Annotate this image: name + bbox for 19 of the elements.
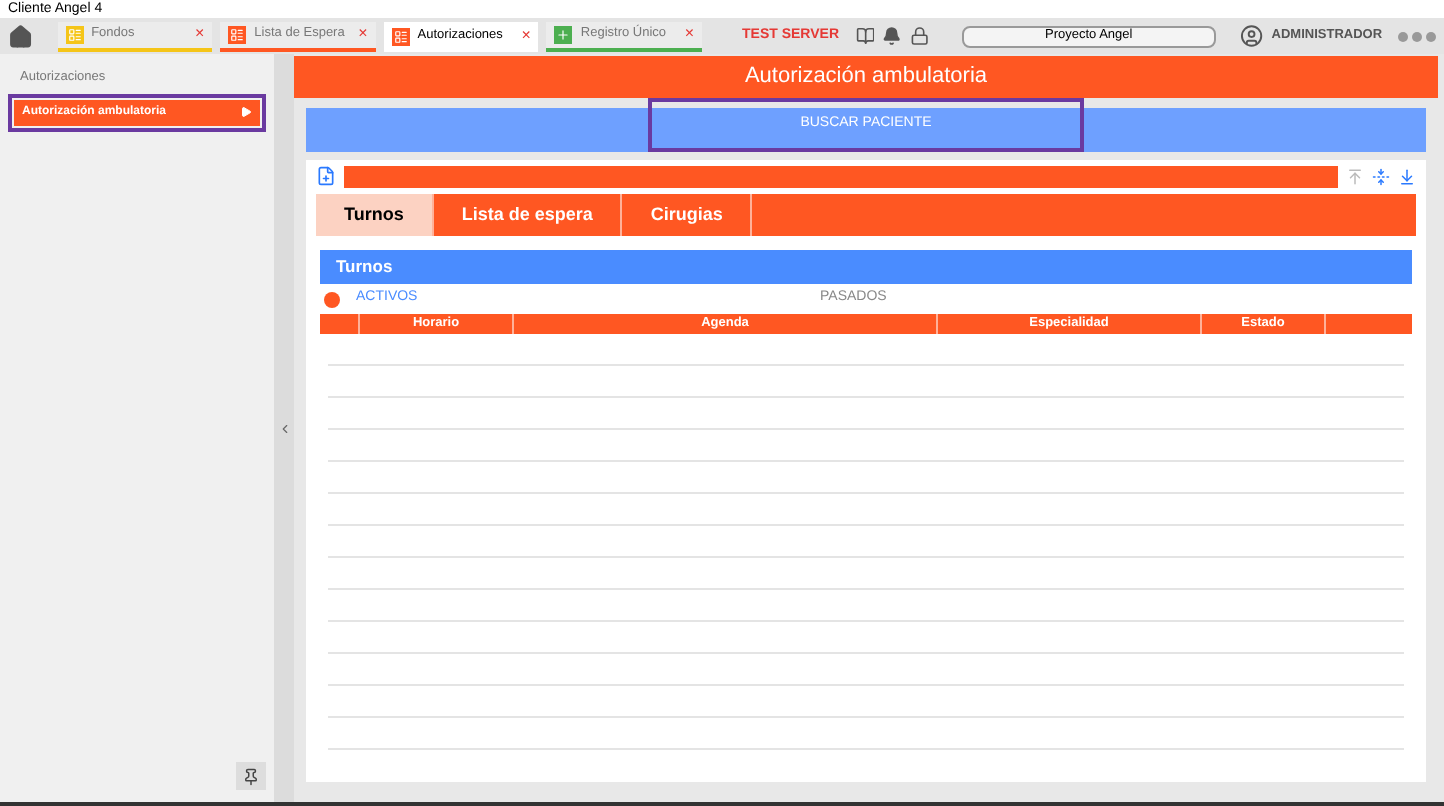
close-icon[interactable]: × — [521, 28, 531, 44]
arrow-down-icon[interactable] — [1398, 167, 1416, 185]
page-title: Autorización ambulatoria — [294, 56, 1438, 98]
chevron-left-icon — [277, 421, 291, 435]
close-icon[interactable]: × — [195, 26, 205, 42]
user-icon[interactable] — [1240, 24, 1264, 48]
close-icon[interactable]: × — [684, 26, 694, 42]
pin-button[interactable] — [236, 762, 266, 790]
pin-icon — [242, 767, 260, 785]
home-icon[interactable] — [8, 23, 34, 49]
book-icon[interactable] — [855, 26, 875, 46]
lock-icon[interactable] — [909, 26, 930, 46]
fold-icon[interactable] — [1372, 167, 1390, 185]
close-icon[interactable]: × — [358, 26, 368, 42]
add-file-icon[interactable] — [316, 166, 336, 186]
bell-icon[interactable] — [882, 26, 902, 46]
tab[interactable]: Turnos — [316, 194, 434, 236]
panel-header: Turnos — [320, 250, 1412, 284]
play-icon — [240, 106, 252, 119]
